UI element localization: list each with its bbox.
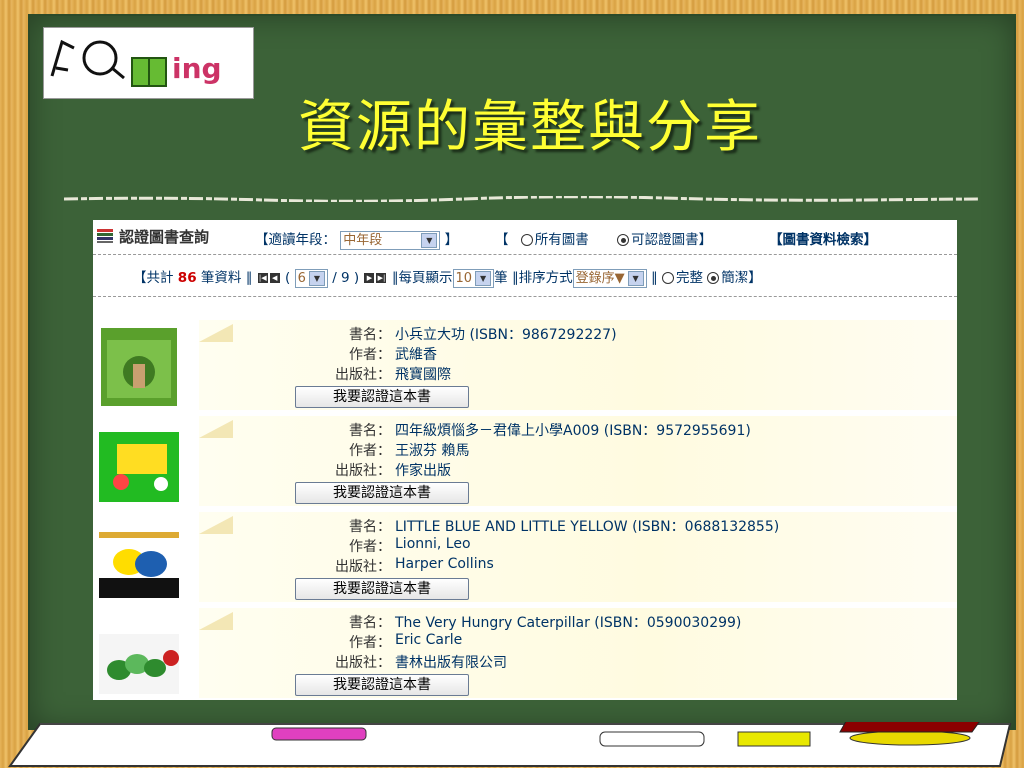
filter-open: 【 [495, 232, 509, 248]
next-page-icon[interactable]: ▶ [364, 273, 375, 283]
view-brief-label: 簡潔 [721, 270, 749, 286]
view-full-label: 完整 [675, 270, 703, 286]
book-author: 武維香 [395, 347, 437, 363]
filter-certified-radio[interactable] [617, 234, 630, 246]
chalk-tray [8, 722, 1012, 767]
divider [93, 254, 957, 255]
book-cover-image [99, 432, 179, 502]
book-author: Lionni, Leo [395, 536, 471, 552]
first-page-icon[interactable]: |◀ [257, 273, 268, 283]
per-page-select[interactable]: 10 ▼ [452, 268, 495, 288]
chalk-divider [64, 196, 978, 202]
book-item: 書名： 四年級煩惱多－君偉上小學A009 (ISBN：9572955691) 作… [93, 416, 957, 508]
book-publisher: 作家出版 [395, 463, 451, 479]
filter-all-radio[interactable] [520, 234, 533, 246]
book-cover-image [101, 328, 177, 406]
book-author: Eric Carle [395, 632, 463, 648]
book-item: 書名： LITTLE BLUE AND LITTLE YELLOW (ISBN：… [93, 512, 957, 604]
decorative-wedge [199, 612, 233, 630]
book-publisher: 飛寶國際 [395, 367, 451, 383]
svg-text:ing: ing [172, 52, 222, 85]
panel-title: 認證圖書查詢 [119, 228, 210, 246]
book-publisher: 書林出版有限公司 [395, 655, 507, 671]
grade-select[interactable]: 中年段 ▼ [340, 230, 441, 250]
chevron-down-icon: ▼ [308, 270, 325, 286]
book-title: 四年級煩惱多－君偉上小學A009 (ISBN：9572955691) [395, 423, 751, 439]
divider [93, 296, 957, 297]
prev-page-icon[interactable]: ◀ [269, 273, 280, 283]
pagination-row: 【共計 86 筆資料 ∥ |◀ ◀ ( 6 ▼ / 9 ) ▶ ▶| ∥每頁顯示 10 ▼… [133, 268, 762, 288]
page-select[interactable]: 6 ▼ [294, 268, 328, 288]
book-author: 王淑芬 賴馬 [395, 443, 470, 459]
slide-title: 資源的彙整與分享 [298, 95, 762, 160]
decorative-wedge [199, 324, 233, 342]
total-count: 86 [177, 270, 197, 286]
book-info: 書名： 小兵立大功 (ISBN：9867292227) 作者： 武維香 出版社：… [199, 320, 957, 410]
grade-close: 】 [444, 232, 459, 248]
search-link[interactable]: 【圖書資料檢索】 [769, 228, 877, 248]
chevron-down-icon: ▼ [421, 232, 438, 248]
book-item: 書名： The Very Hungry Caterpillar (ISBN：05… [93, 608, 957, 700]
certify-button[interactable]: 我要認證這本書 [295, 674, 469, 696]
book-info: 書名： The Very Hungry Caterpillar (ISBN：05… [199, 608, 957, 698]
book-info: 書名： 四年級煩惱多－君偉上小學A009 (ISBN：9572955691) 作… [199, 416, 957, 506]
book-title: The Very Hungry Caterpillar (ISBN：059003… [395, 615, 742, 631]
chevron-down-icon: ▼ [627, 270, 644, 286]
decorative-wedge [199, 420, 233, 438]
query-toolbar: 認證圖書查詢 【適讀年段： 中年段 ▼ 】 【 所有圖書 可認證圖書】 【圖書資料… [93, 224, 957, 250]
decorative-wedge [199, 516, 233, 534]
book-item: 書名： 小兵立大功 (ISBN：9867292227) 作者： 武維香 出版社：… [93, 320, 957, 412]
view-brief-radio[interactable] [707, 272, 720, 284]
certify-button[interactable]: 我要認證這本書 [295, 386, 469, 408]
last-page-icon[interactable]: ▶| [376, 273, 387, 283]
book-stack-icon [97, 229, 113, 243]
book-cover-image [99, 634, 179, 694]
book-title: LITTLE BLUE AND LITTLE YELLOW (ISBN：0688… [395, 519, 780, 535]
book-query-panel: 認證圖書查詢 【適讀年段： 中年段 ▼ 】 【 所有圖書 可認證圖書】 【圖書資料… [93, 220, 957, 700]
book-cover-image [99, 532, 179, 598]
certify-button[interactable]: 我要認證這本書 [295, 578, 469, 600]
book-publisher: Harper Collins [395, 556, 494, 572]
certify-button[interactable]: 我要認證這本書 [295, 482, 469, 504]
view-full-radio[interactable] [661, 272, 674, 284]
sort-select[interactable]: 登錄序▼ ▼ [572, 268, 647, 288]
filter-all-label: 所有圖書 [534, 232, 589, 248]
filter-certified-label: 可認證圖書 [631, 232, 699, 248]
book-info: 書名： LITTLE BLUE AND LITTLE YELLOW (ISBN：… [199, 512, 957, 602]
going-logo: ing [43, 27, 254, 99]
book-title: 小兵立大功 (ISBN：9867292227) [395, 327, 617, 343]
grade-label: 【適讀年段： [255, 232, 336, 248]
chevron-down-icon: ▼ [475, 270, 492, 286]
